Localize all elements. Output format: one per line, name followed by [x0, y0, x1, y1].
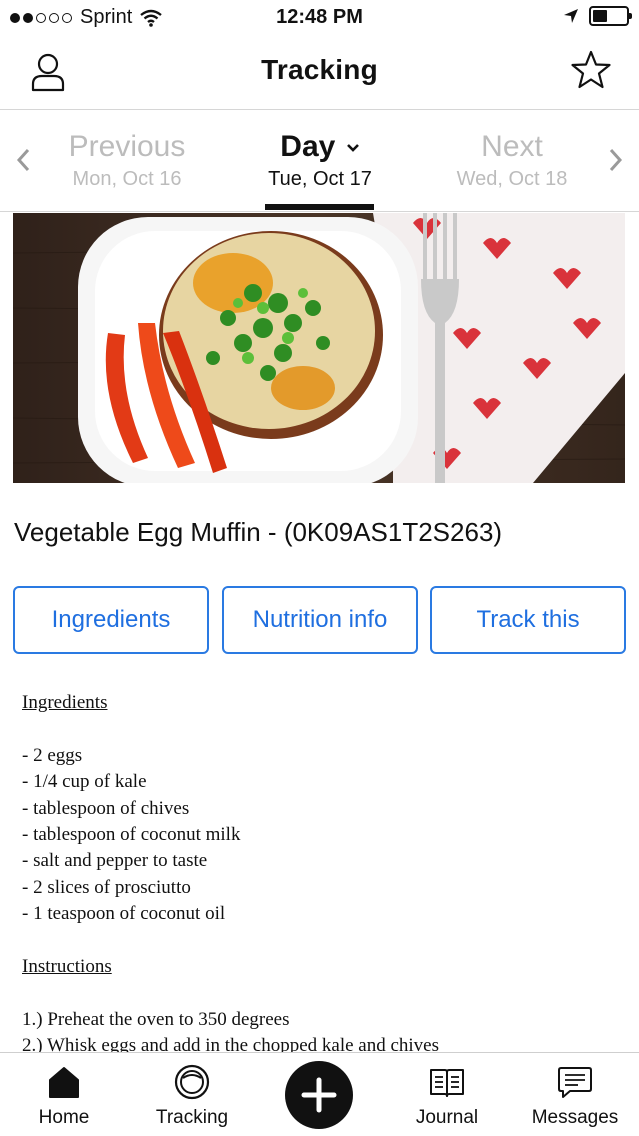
selected-day-indicator — [265, 204, 374, 210]
previous-label: Previous — [68, 130, 186, 163]
previous-date: Mon, Oct 16 — [72, 168, 182, 190]
track-this-button[interactable]: Track this — [430, 586, 626, 654]
ingredient-item: - tablespoon of chives — [22, 797, 190, 819]
instructions-heading: Instructions — [22, 955, 112, 977]
ingredient-item: - salt and pepper to taste — [22, 850, 208, 872]
status-bar: Sprint 12:48 PM — [0, 0, 639, 36]
tab-messages[interactable]: Messages — [511, 1053, 639, 1136]
instruction-step: 1.) Preheat the oven to 350 degrees — [22, 1008, 290, 1030]
tab-home[interactable]: Home — [0, 1053, 128, 1136]
page-title: Tracking — [261, 54, 378, 85]
add-button[interactable] — [285, 1061, 353, 1129]
recipe-photo — [13, 213, 625, 483]
recipe-actions: Ingredients Nutrition info Track this — [13, 586, 626, 654]
tab-tracking-label: Tracking — [155, 1107, 229, 1128]
next-label: Next — [481, 130, 543, 163]
favorite-star-icon[interactable] — [569, 48, 613, 92]
next-date: Wed, Oct 18 — [456, 168, 568, 190]
battery-icon — [589, 6, 632, 26]
location-arrow-icon — [564, 9, 578, 23]
journal-icon — [430, 1069, 464, 1097]
recipe-content: Ingredients - 2 eggs - 1/4 cup of kale -… — [22, 690, 622, 1059]
plus-icon — [301, 1077, 337, 1113]
ingredient-item: - 2 slices of prosciutto — [22, 876, 191, 898]
current-label: Day — [220, 130, 420, 164]
tab-tracking[interactable]: Tracking — [128, 1053, 256, 1136]
chevron-left-icon[interactable] — [14, 146, 34, 174]
ingredient-item: - 2 eggs — [22, 744, 83, 766]
navigation-bar: Tracking — [0, 36, 639, 110]
chevron-right-icon[interactable] — [605, 146, 625, 174]
tab-journal-label: Journal — [415, 1107, 479, 1128]
tab-journal[interactable]: Journal — [383, 1053, 511, 1136]
status-right — [563, 6, 632, 26]
ingredient-item: - 1 teaspoon of coconut oil — [22, 903, 226, 925]
previous-day-button[interactable]: Previous Mon, Oct 16 — [27, 130, 227, 191]
current-day-dropdown[interactable]: Day Tue, Oct 17 — [220, 130, 420, 191]
ingredient-item: - tablespoon of coconut milk — [22, 823, 241, 845]
recipe-title: Vegetable Egg Muffin - (0K09AS1T2S263) — [14, 517, 503, 547]
messages-icon — [558, 1067, 592, 1098]
nutrition-info-button[interactable]: Nutrition info — [222, 586, 418, 654]
tab-home-label: Home — [38, 1107, 90, 1128]
ingredients-button[interactable]: Ingredients — [13, 586, 209, 654]
ingredients-heading: Ingredients — [22, 692, 108, 713]
ingredient-item: - 1/4 cup of kale — [22, 771, 147, 793]
tracking-icon — [174, 1064, 210, 1100]
day-selector: Previous Mon, Oct 16 Day Tue, Oct 17 Nex… — [0, 110, 639, 212]
period-label: Day — [280, 130, 336, 163]
status-time: 12:48 PM — [276, 6, 363, 28]
next-day-button[interactable]: Next Wed, Oct 18 — [412, 130, 612, 191]
chevron-down-icon — [346, 144, 359, 152]
home-icon — [49, 1067, 79, 1098]
tab-messages-label: Messages — [531, 1107, 619, 1128]
current-date: Tue, Oct 17 — [268, 168, 372, 190]
